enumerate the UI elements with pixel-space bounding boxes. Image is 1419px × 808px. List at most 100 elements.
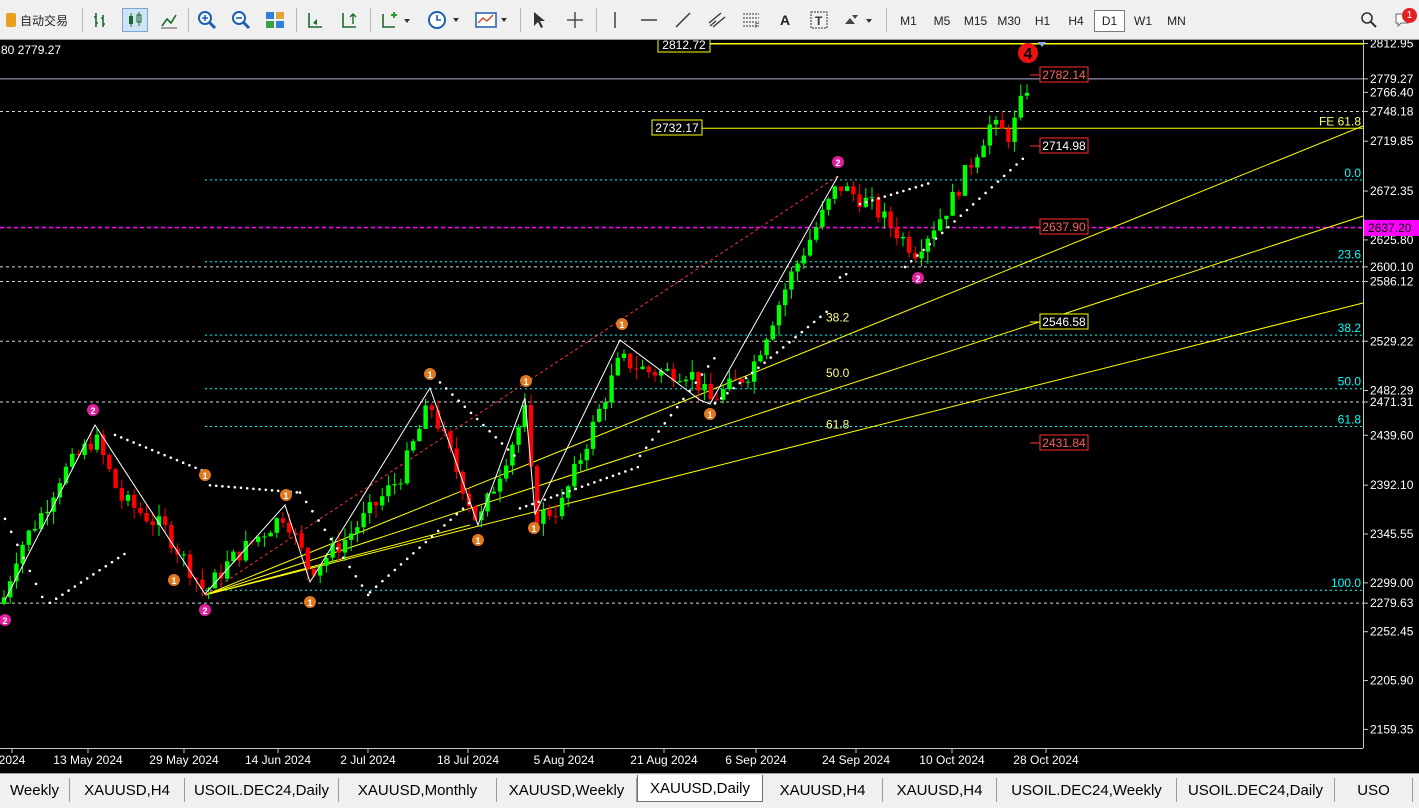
fib-right-label: 61.8 [1338, 412, 1362, 426]
toolbar: 自动交易 F A T M1 M5 M15 M30 H1 H4 D1 W1 MN 1 [0, 0, 1419, 40]
periods-button[interactable] [424, 8, 464, 32]
candle-body [163, 516, 168, 525]
timeframe-d1[interactable]: D1 [1094, 10, 1125, 32]
chart-tab[interactable]: Weekly [0, 778, 70, 802]
price-axis-label: 2205.90 [1370, 674, 1414, 688]
zoom-out-button[interactable] [228, 8, 254, 32]
chart-shift-button[interactable] [336, 8, 362, 32]
sar-dot [871, 198, 874, 202]
chart-tab[interactable]: USO [1335, 778, 1413, 802]
chart-tab[interactable]: USOIL.DEC24,Daily [1177, 778, 1335, 802]
chart-tab[interactable]: USOIL.DEC24,Daily [185, 778, 339, 802]
candle-body [1012, 117, 1017, 142]
auto-trade-label: 自动交易 [19, 13, 68, 28]
timeframe-h1[interactable]: H1 [1027, 10, 1058, 32]
search-button[interactable] [1356, 8, 1382, 32]
chart-tab[interactable]: XAUUSD,H4 [883, 778, 997, 802]
candle-body [826, 198, 831, 210]
price-axis-label: 2748.18 [1370, 104, 1414, 118]
timeframe-m5[interactable]: M5 [927, 10, 958, 32]
auto-trade-button[interactable]: 自动交易 [2, 8, 72, 32]
candle-body [404, 450, 410, 484]
sar-dot [916, 254, 919, 257]
sar-dot [311, 509, 314, 513]
arrows-button[interactable] [840, 8, 876, 32]
chart-tab[interactable]: XAUUSD,H4 [70, 778, 185, 802]
target-box-1-text: 2782.14 [1042, 68, 1086, 82]
timeframe-m15[interactable]: M15 [960, 10, 991, 32]
candle-body [417, 428, 422, 442]
candle-body [305, 547, 310, 569]
zoom-in-button[interactable] [194, 8, 220, 32]
horizontal-line-button[interactable] [636, 8, 662, 32]
chart-tab[interactable]: XAUUSD,Monthly [339, 778, 497, 802]
text-tool-button[interactable]: A [772, 8, 798, 32]
sar-dot [726, 391, 729, 395]
sar-dot [126, 438, 129, 442]
sar-dot [877, 197, 880, 200]
indicators-button[interactable] [378, 8, 414, 32]
candle-body [535, 466, 540, 524]
tile-windows-button[interactable] [262, 8, 288, 32]
candle-body [1000, 119, 1005, 129]
text-label-button[interactable]: T [806, 8, 832, 32]
price-axis-label: 2299.00 [1370, 576, 1414, 590]
target-box-3-text: 2637.90 [1042, 220, 1086, 234]
sar-dot [965, 208, 969, 212]
price-chart[interactable]: FE 61.8 0.0 23.6 38.2 50.0 61.8 100.0 38.2 50.0 6… [0, 40, 1419, 770]
vertical-line-button[interactable] [602, 8, 628, 32]
timeframe-m1[interactable]: M1 [893, 10, 924, 32]
candle-body [621, 353, 627, 358]
timeframe-m30[interactable]: M30 [994, 10, 1025, 32]
price-axis-label: 2779.27 [1370, 72, 1414, 86]
wave-marker-label: 1 [283, 491, 288, 501]
candle-body [516, 427, 521, 445]
timeframe-h4[interactable]: H4 [1061, 10, 1092, 32]
sar-dot [706, 365, 710, 368]
candle-body [373, 502, 379, 506]
vertical-line-icon [614, 12, 616, 28]
candle-body [578, 460, 583, 464]
trendline-icon [675, 12, 691, 28]
candle-body [807, 239, 813, 256]
notifications-button[interactable]: 1 [1390, 8, 1418, 32]
chart-tab[interactable]: XAUUSD,H4 [763, 778, 883, 802]
candle-body [770, 325, 775, 340]
candlestick-button[interactable] [122, 8, 148, 32]
candle-body [119, 488, 124, 501]
timeframe-mn[interactable]: MN [1161, 10, 1192, 32]
channel-button[interactable] [704, 8, 730, 32]
pink-price-label: 2637.20 [1368, 221, 1412, 235]
trendline-button[interactable] [670, 8, 696, 32]
time-axis-label: 10 Oct 2024 [919, 753, 985, 767]
candle-body [380, 496, 385, 506]
auto-scroll-button[interactable] [302, 8, 328, 32]
sar-dot [335, 547, 339, 550]
chart-tab[interactable]: XAUUSD,Weekly [497, 778, 637, 802]
sar-dot [438, 381, 442, 384]
sar-dot [543, 498, 547, 501]
sar-dot [276, 489, 280, 493]
sar-dot [245, 486, 249, 490]
sar-dot [920, 184, 924, 187]
crosshair-button[interactable] [562, 8, 588, 32]
chart-tab[interactable]: USOIL.DEC24,Weekly [997, 778, 1177, 802]
fib-mid-label: 61.8 [826, 417, 850, 431]
fibonacci-button[interactable]: F [738, 8, 764, 32]
cursor-button[interactable] [526, 8, 552, 32]
wave-marker-label: 2 [90, 406, 95, 416]
candle-body [938, 219, 943, 231]
line-chart-button[interactable] [156, 8, 182, 32]
sar-dot [947, 225, 950, 229]
candle-body [652, 372, 658, 376]
sar-dot [903, 265, 907, 269]
timeframe-w1[interactable]: W1 [1128, 10, 1159, 32]
templates-button[interactable] [472, 8, 512, 32]
sar-dot [651, 438, 654, 441]
sar-dot [531, 502, 534, 506]
bar-chart-button[interactable] [88, 8, 114, 32]
sar-dot [806, 325, 810, 329]
price-axis-label: 2719.85 [1370, 134, 1414, 148]
chart-tab[interactable]: XAUUSD,Daily [637, 775, 763, 802]
sar-dot [889, 193, 893, 197]
